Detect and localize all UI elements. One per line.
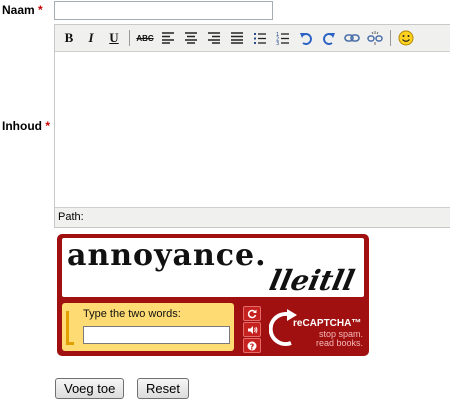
redo-button[interactable] [319,29,339,47]
required-marker: * [38,3,43,17]
link-button[interactable] [342,29,362,47]
redo-icon [323,32,335,45]
speaker-icon [247,325,257,334]
strikethrough-button[interactable]: ABC [135,29,155,47]
align-right-button[interactable] [204,29,224,47]
align-right-icon [208,32,220,44]
recaptcha-brand: reCAPTCHA™ [293,318,362,329]
align-justify-button[interactable] [227,29,247,47]
content-label: Inhoud * [2,119,50,133]
help-button[interactable]: ? [243,338,261,353]
numbered-list-button[interactable]: 123 [273,29,293,47]
name-label: Naam * [2,3,43,17]
toolbar-separator [390,30,391,46]
bullet-list-icon [254,32,266,44]
reload-button[interactable] [243,306,261,321]
captcha-word-2: lleitll [266,264,358,297]
emoticon-icon [398,30,414,46]
captcha-answer-box: Type the two words: [62,303,234,351]
emoticon-button[interactable] [396,29,416,47]
help-icon: ? [247,341,257,351]
tagline-line-2: read books. [315,338,363,348]
editor-content-area[interactable] [55,52,450,207]
unlink-icon [367,31,383,45]
unlink-button[interactable] [365,29,385,47]
bold-icon: B [64,30,74,45]
align-justify-icon [231,32,243,44]
captcha-word-1: annoyance. [67,238,267,273]
submit-button[interactable]: Voeg toe [55,378,125,399]
audio-button[interactable] [243,322,261,337]
captcha-input[interactable] [83,326,230,344]
editor-status-bar: Path: [55,207,450,227]
align-left-icon [162,32,174,44]
recaptcha-logo: reCAPTCHA™ stop spam. read books. [269,305,365,351]
required-marker: * [45,119,50,133]
captcha-image: annoyance. lleitll [62,238,364,297]
italic-icon: I [88,30,94,45]
bold-button[interactable]: B [59,29,79,47]
content-label-text: Inhoud [2,119,42,133]
align-center-icon [185,32,197,44]
refresh-icon [247,309,257,318]
recaptcha-tagline: stop spam. read books. [307,330,363,348]
link-icon [344,34,360,42]
name-label-text: Naam [2,3,35,17]
rich-text-editor: B I U ABC 123 Path: [54,24,450,228]
editor-toolbar: B I U ABC 123 [55,25,450,52]
numbered-list-icon: 123 [276,32,289,45]
align-left-button[interactable] [158,29,178,47]
undo-button[interactable] [296,29,316,47]
align-center-button[interactable] [181,29,201,47]
underline-icon: U [109,30,119,45]
captcha-prompt: Type the two words: [83,308,181,320]
arrow-icon [66,311,74,345]
italic-button[interactable]: I [81,29,101,47]
underline-button[interactable]: U [104,29,124,47]
bullet-list-button[interactable] [250,29,270,47]
svg-text:3: 3 [276,41,279,45]
toolbar-separator [129,30,130,46]
path-label: Path: [58,211,84,223]
reset-button[interactable]: Reset [137,378,189,399]
svg-text:?: ? [250,342,255,351]
recaptcha-widget: annoyance. lleitll Type the two words: ?… [57,234,369,356]
undo-icon [300,32,312,45]
name-input[interactable] [54,1,273,20]
strikethrough-icon: ABC [136,33,154,43]
